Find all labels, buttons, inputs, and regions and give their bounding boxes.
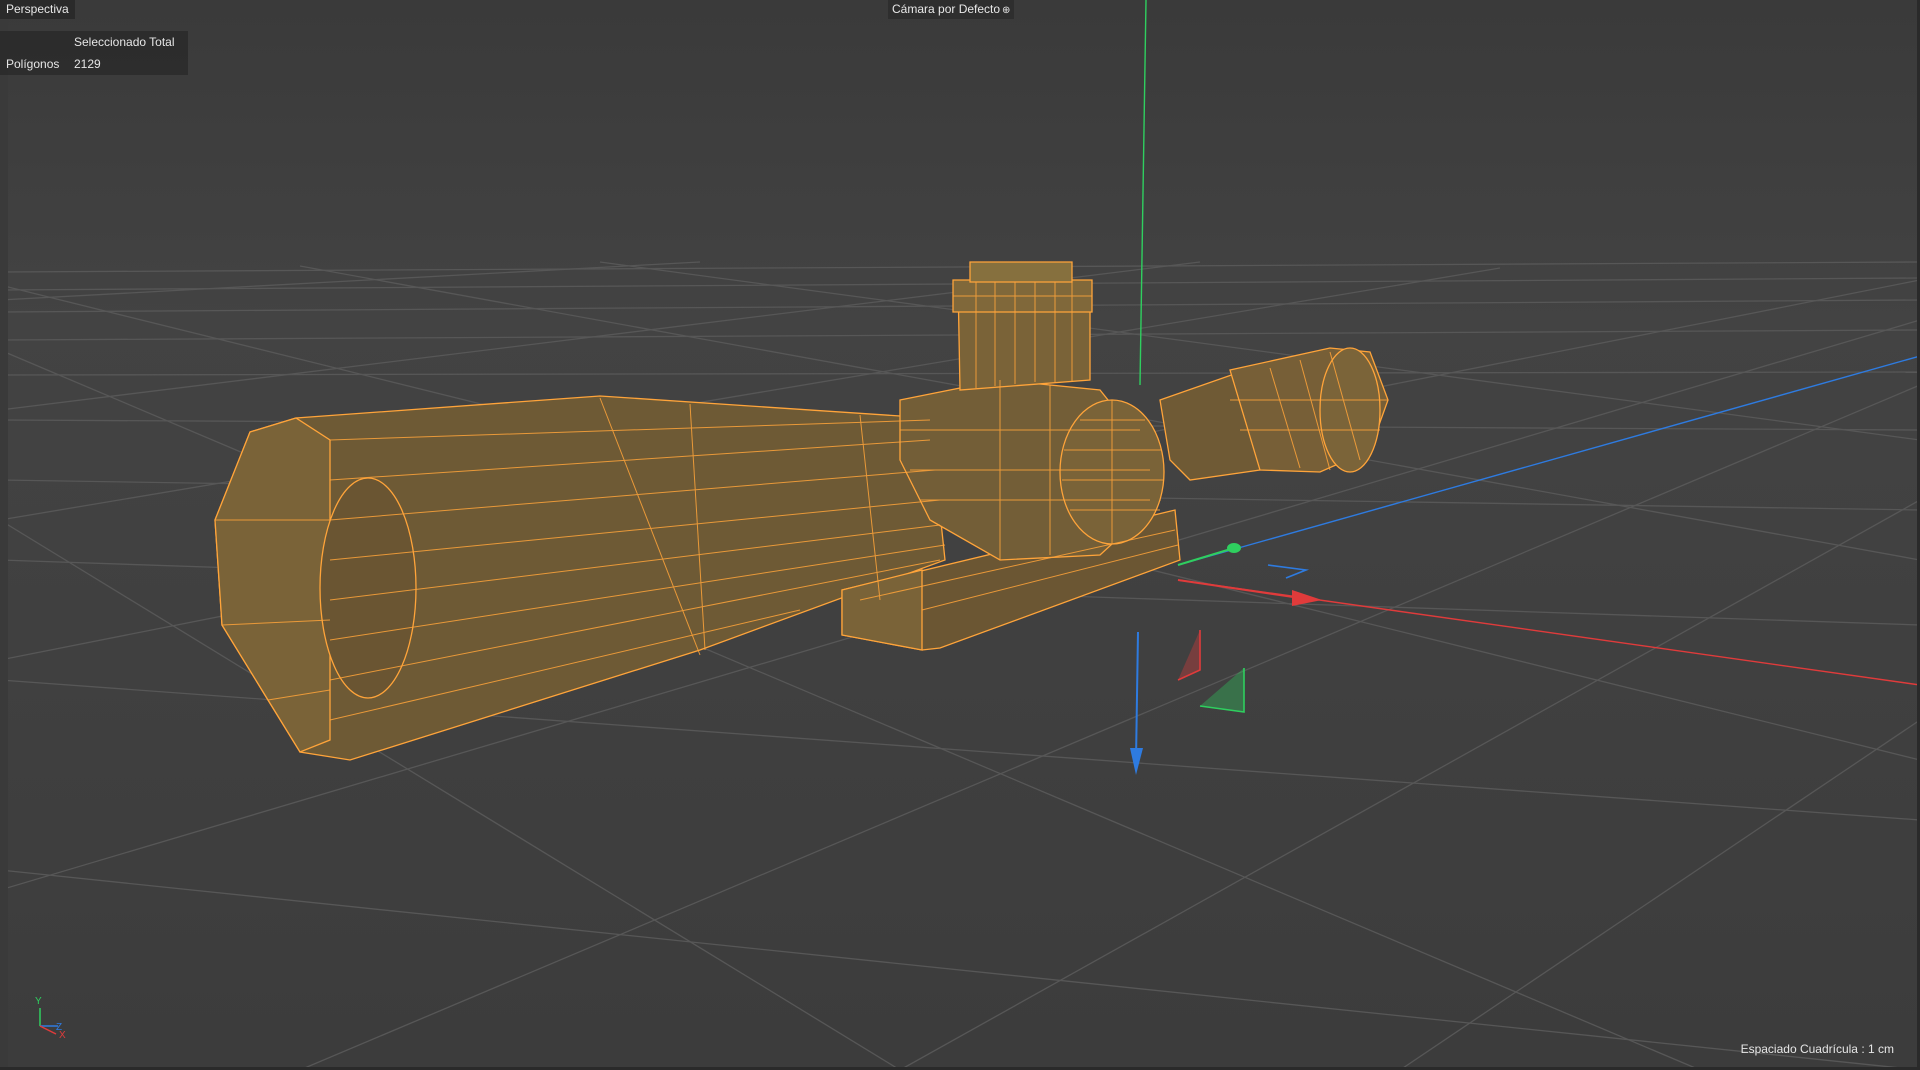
gizmo-z-line	[1177, 547, 1235, 566]
gizmo-z-handle	[1227, 543, 1241, 553]
camera-label: Cámara por Defecto	[892, 2, 1001, 16]
gizmo-x-line	[1177, 579, 1301, 599]
camera-menu[interactable]: Cámara por Defecto ⊕	[888, 0, 1015, 19]
hud-polygons-value: 2129	[74, 57, 101, 71]
3d-viewport[interactable]: Y Z X Perspectiva Cámara por Defecto ⊕ Se…	[0, 0, 1920, 1070]
rifle-scope-model[interactable]	[214, 261, 1389, 761]
hud-polygons-label: Polígonos	[6, 57, 60, 71]
gizmo-plane-green	[1199, 668, 1245, 713]
hud-header: Seleccionado Total	[74, 35, 175, 49]
camera-orbit-icon[interactable]: ⊕	[1002, 5, 1010, 16]
hud-panel: Seleccionado Total Polígonos 2129	[0, 31, 188, 75]
viewport-canvas[interactable]: Y Z X	[0, 0, 1920, 1070]
gizmo-y-arrow	[1130, 748, 1143, 775]
view-name[interactable]: Perspectiva	[0, 0, 75, 19]
gizmo-y-handle	[1135, 631, 1139, 761]
viewport-left-edge	[0, 19, 8, 1067]
gizmo-rot-blue	[1267, 564, 1310, 579]
move-gizmo[interactable]	[1130, 543, 1322, 775]
hud-header-row: Seleccionado Total	[0, 31, 188, 53]
grid-spacing-status: Espaciado Cuadrícula : 1 cm	[1740, 1042, 1894, 1056]
axis-indicator: Y Z X	[35, 996, 66, 1041]
gizmo-plane-red	[1177, 630, 1201, 681]
axis-x-label: X	[59, 1030, 66, 1041]
hud-polygons-row: Polígonos 2129	[0, 53, 188, 75]
axis-y-label: Y	[35, 996, 42, 1007]
